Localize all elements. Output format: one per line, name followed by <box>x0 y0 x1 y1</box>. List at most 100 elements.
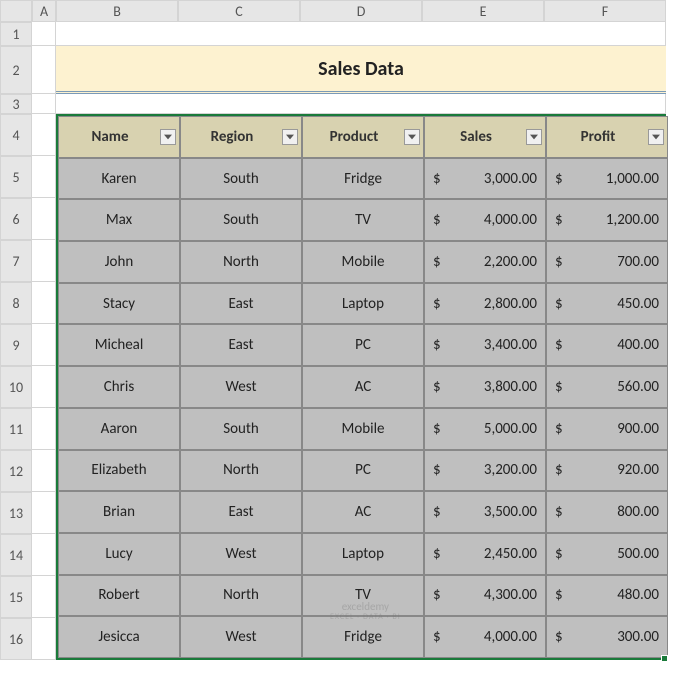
row-header-9[interactable]: 9 <box>0 324 32 366</box>
table-cell[interactable]: East <box>180 491 302 533</box>
table-cell[interactable]: AC <box>302 366 424 408</box>
cell[interactable] <box>32 94 56 114</box>
table-cell[interactable]: Lucy <box>58 533 180 575</box>
table-cell[interactable]: South <box>180 199 302 241</box>
filter-dropdown-icon[interactable] <box>160 129 176 145</box>
table-cell[interactable]: Max <box>58 199 180 241</box>
table-cell[interactable]: TV <box>302 199 424 241</box>
table-cell[interactable]: Fridge <box>302 616 424 658</box>
row-header-12[interactable]: 12 <box>0 450 32 492</box>
cell[interactable] <box>32 198 56 240</box>
row-header-15[interactable]: 15 <box>0 576 32 618</box>
table-cell-money[interactable]: $4,300.00 <box>424 575 546 617</box>
col-header-c[interactable]: C <box>178 0 300 22</box>
col-header-a[interactable]: A <box>32 0 56 22</box>
row-header-11[interactable]: 11 <box>0 408 32 450</box>
table-cell-money[interactable]: $1,000.00 <box>546 158 668 200</box>
cell[interactable] <box>32 324 56 366</box>
table-cell[interactable]: Mobile <box>302 241 424 283</box>
cell[interactable] <box>32 618 56 660</box>
table-cell[interactable]: Mobile <box>302 408 424 450</box>
cell[interactable] <box>32 408 56 450</box>
cell[interactable] <box>32 22 56 46</box>
table-cell[interactable]: Micheal <box>58 324 180 366</box>
cell[interactable] <box>56 94 666 114</box>
row-header-8[interactable]: 8 <box>0 282 32 324</box>
table-cell[interactable]: West <box>180 533 302 575</box>
table-cell[interactable]: North <box>180 450 302 492</box>
row-header-3[interactable]: 3 <box>0 94 32 114</box>
table-cell-money[interactable]: $4,000.00 <box>424 199 546 241</box>
table-cell[interactable]: TV <box>302 575 424 617</box>
table-cell[interactable]: AC <box>302 491 424 533</box>
table-cell[interactable]: Laptop <box>302 283 424 325</box>
filter-dropdown-icon[interactable] <box>282 129 298 145</box>
table-cell[interactable]: Elizabeth <box>58 450 180 492</box>
cell[interactable] <box>32 492 56 534</box>
table-cell-money[interactable]: $3,200.00 <box>424 450 546 492</box>
row-header-1[interactable]: 1 <box>0 22 32 46</box>
row-header-4[interactable]: 4 <box>0 114 32 156</box>
table-cell-money[interactable]: $920.00 <box>546 450 668 492</box>
row-header-6[interactable]: 6 <box>0 198 32 240</box>
row-header-7[interactable]: 7 <box>0 240 32 282</box>
cell[interactable] <box>32 240 56 282</box>
col-header-f[interactable]: F <box>544 0 666 22</box>
row-header-13[interactable]: 13 <box>0 492 32 534</box>
table-cell-money[interactable]: $800.00 <box>546 491 668 533</box>
table-cell[interactable]: West <box>180 616 302 658</box>
table-cell-money[interactable]: $2,200.00 <box>424 241 546 283</box>
table-cell[interactable]: Stacy <box>58 283 180 325</box>
table-cell-money[interactable]: $400.00 <box>546 324 668 366</box>
table-header-profit[interactable]: Profit <box>546 116 668 158</box>
row-header-2[interactable]: 2 <box>0 46 32 94</box>
table-cell[interactable]: West <box>180 366 302 408</box>
table-header-sales[interactable]: Sales <box>424 116 546 158</box>
table-header-product[interactable]: Product <box>302 116 424 158</box>
page-title[interactable]: Sales Data <box>56 46 666 94</box>
table-cell[interactable]: Jesicca <box>58 616 180 658</box>
table-cell[interactable]: North <box>180 575 302 617</box>
table-cell-money[interactable]: $300.00 <box>546 616 668 658</box>
table-cell-money[interactable]: $450.00 <box>546 283 668 325</box>
table-cell-money[interactable]: $560.00 <box>546 366 668 408</box>
selection-handle[interactable] <box>661 655 668 662</box>
table-cell[interactable]: PC <box>302 450 424 492</box>
table-cell[interactable]: Fridge <box>302 158 424 200</box>
cell[interactable] <box>32 282 56 324</box>
cell[interactable] <box>32 576 56 618</box>
table-cell[interactable]: South <box>180 408 302 450</box>
table-cell-money[interactable]: $2,450.00 <box>424 533 546 575</box>
table-header-name[interactable]: Name <box>58 116 180 158</box>
filter-dropdown-icon[interactable] <box>404 129 420 145</box>
cell[interactable] <box>32 366 56 408</box>
cell[interactable] <box>56 22 666 46</box>
table-cell-money[interactable]: $500.00 <box>546 533 668 575</box>
col-header-b[interactable]: B <box>56 0 178 22</box>
table-cell-money[interactable]: $3,500.00 <box>424 491 546 533</box>
cell[interactable] <box>32 46 56 94</box>
row-header-14[interactable]: 14 <box>0 534 32 576</box>
col-header-e[interactable]: E <box>422 0 544 22</box>
table-cell-money[interactable]: $3,000.00 <box>424 158 546 200</box>
table-cell[interactable]: John <box>58 241 180 283</box>
cell[interactable] <box>32 114 56 156</box>
table-cell-money[interactable]: $700.00 <box>546 241 668 283</box>
cell[interactable] <box>32 450 56 492</box>
table-cell-money[interactable]: $1,200.00 <box>546 199 668 241</box>
table-cell-money[interactable]: $480.00 <box>546 575 668 617</box>
select-all-corner[interactable] <box>0 0 32 22</box>
cell[interactable] <box>32 156 56 198</box>
filter-dropdown-icon[interactable] <box>526 129 542 145</box>
row-header-5[interactable]: 5 <box>0 156 32 198</box>
table-cell[interactable]: Karen <box>58 158 180 200</box>
table-cell[interactable]: Chris <box>58 366 180 408</box>
table-header-region[interactable]: Region <box>180 116 302 158</box>
table-cell[interactable]: North <box>180 241 302 283</box>
filter-dropdown-icon[interactable] <box>648 129 664 145</box>
table-cell-money[interactable]: $4,000.00 <box>424 616 546 658</box>
table-cell-money[interactable]: $3,800.00 <box>424 366 546 408</box>
table-cell-money[interactable]: $2,800.00 <box>424 283 546 325</box>
table-cell-money[interactable]: $3,400.00 <box>424 324 546 366</box>
table-cell-money[interactable]: $900.00 <box>546 408 668 450</box>
